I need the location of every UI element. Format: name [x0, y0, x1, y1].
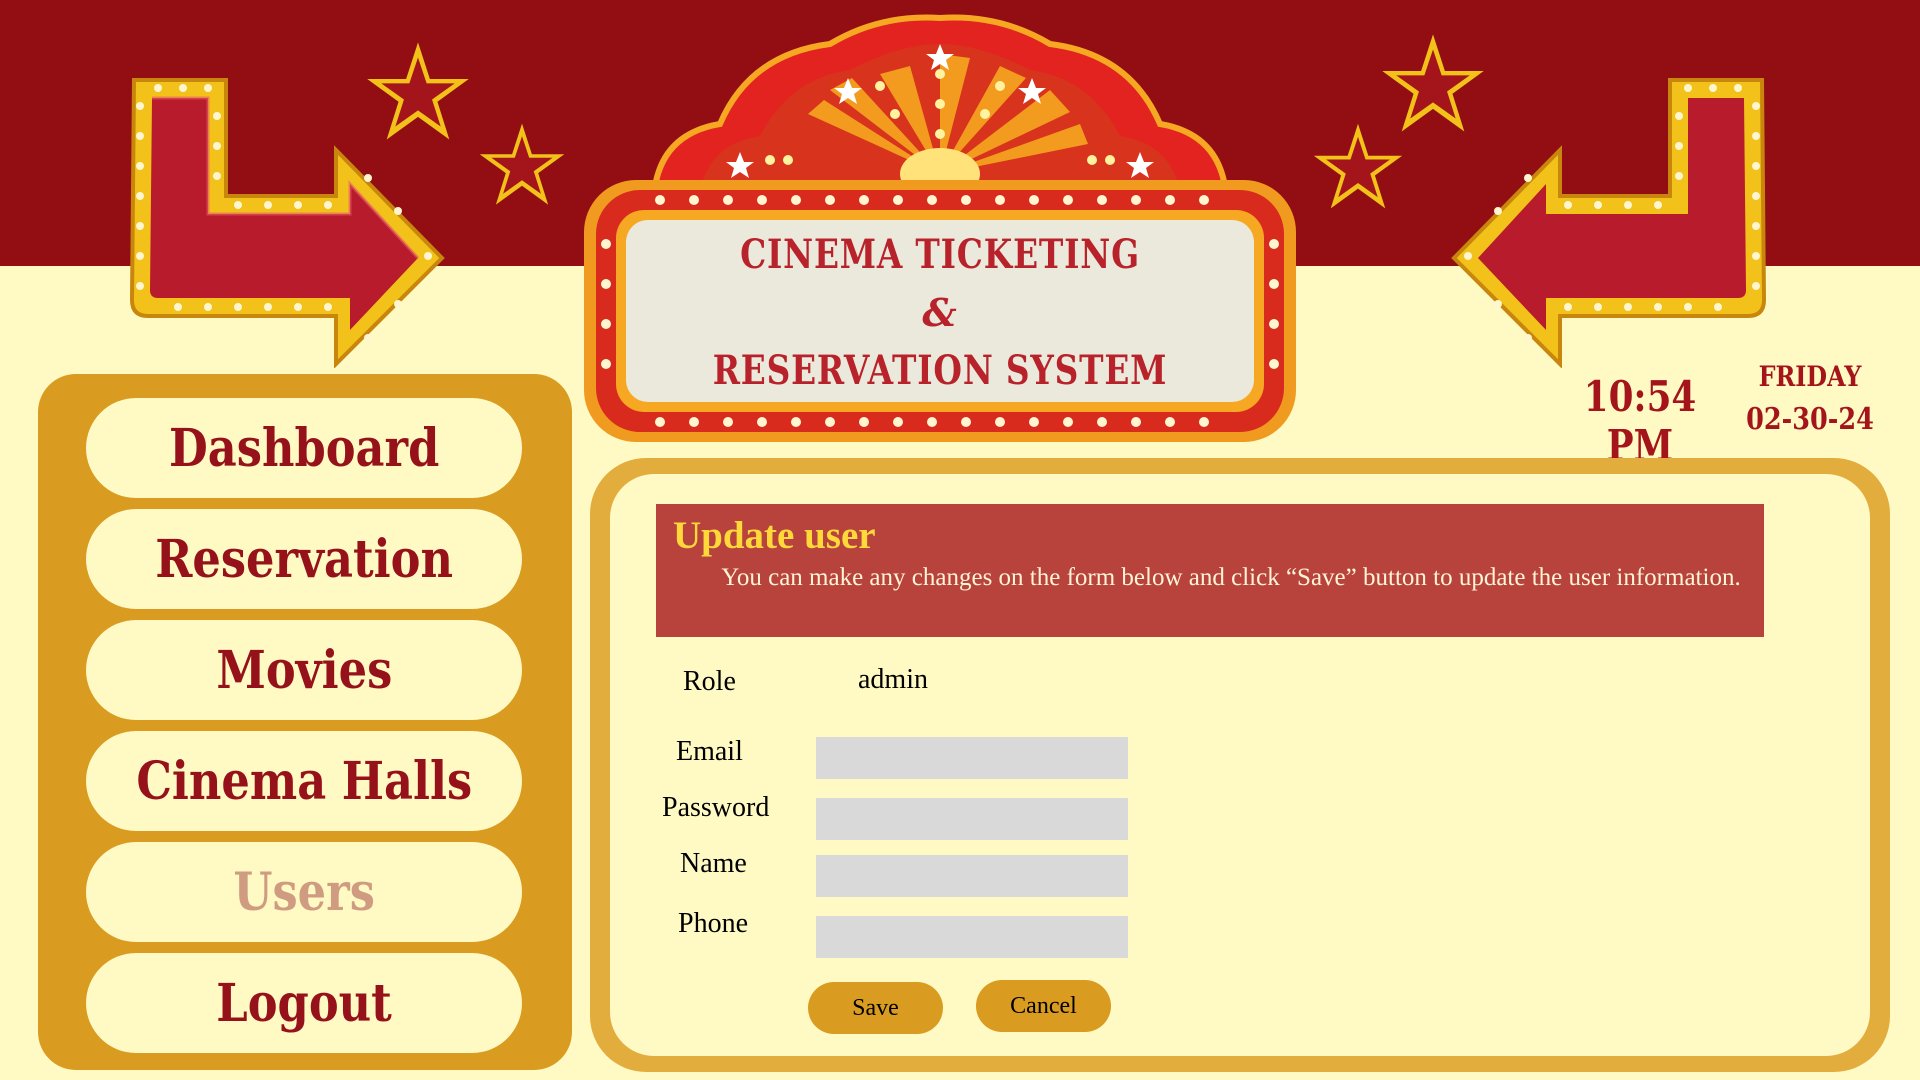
sidebar-item-label: Logout	[216, 972, 392, 1034]
phone-label: Phone	[678, 908, 748, 939]
app-title-line2: &	[922, 290, 958, 335]
sidebar-item-label: Reservation	[155, 528, 453, 590]
page-description: You can make any changes on the form bel…	[721, 564, 1741, 591]
app-title-line1: CINEMA TICKETING	[740, 231, 1140, 278]
name-field[interactable]	[816, 855, 1128, 897]
clock-time: 10:54 PM	[1583, 372, 1697, 470]
sidebar-item-label: Dashboard	[168, 417, 440, 479]
phone-field[interactable]	[816, 916, 1128, 958]
cancel-button[interactable]: Cancel	[976, 980, 1111, 1032]
role-value: admin	[858, 664, 928, 695]
page-title: Update user	[673, 514, 876, 557]
email-field[interactable]	[816, 737, 1128, 779]
sidebar-item-label: Cinema Halls	[136, 750, 472, 812]
sidebar-item-dashboard[interactable]: Dashboard	[86, 398, 522, 498]
sidebar-item-reservation[interactable]: Reservation	[86, 509, 522, 609]
marquee-arrow-left-icon	[1451, 78, 1767, 368]
password-label: Password	[662, 792, 770, 823]
app-title-line3: RESERVATION SYSTEM	[712, 347, 1168, 394]
star-icon	[1313, 123, 1403, 209]
sidebar-item-movies[interactable]: Movies	[86, 620, 522, 720]
sidebar-item-label: Movies	[216, 639, 392, 701]
save-button[interactable]: Save	[808, 982, 943, 1034]
star-icon	[479, 123, 565, 205]
password-field[interactable]	[816, 798, 1128, 840]
sidebar-item-logout[interactable]: Logout	[86, 953, 522, 1053]
name-label: Name	[680, 848, 747, 879]
sidebar-item-users[interactable]: Users	[86, 842, 522, 942]
clock-date: 02-30-24	[1746, 402, 1874, 437]
app-title: CINEMA TICKETING & RESERVATION SYSTEM	[620, 226, 1260, 400]
clock-day: FRIDAY	[1758, 360, 1862, 393]
email-label: Email	[676, 736, 743, 767]
sidebar: Dashboard Reservation Movies Cinema Hall…	[38, 374, 572, 1070]
sidebar-item-label: Users	[233, 861, 375, 923]
sidebar-item-cinema-halls[interactable]: Cinema Halls	[86, 731, 522, 831]
update-user-banner: Update user You can make any changes on …	[656, 504, 1764, 637]
role-label: Role	[683, 666, 736, 697]
star-icon	[367, 42, 469, 140]
